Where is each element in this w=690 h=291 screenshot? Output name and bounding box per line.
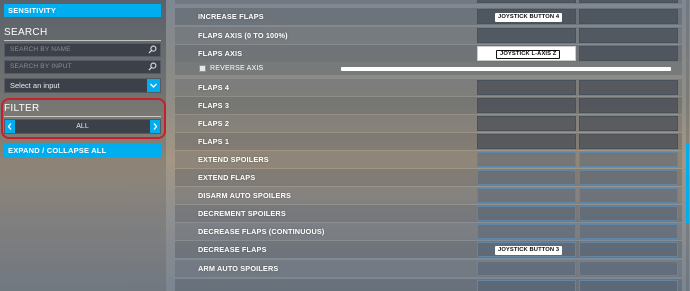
binding-slot-secondary[interactable] (579, 98, 678, 113)
binding-label: DECREASE FLAPS (198, 245, 267, 254)
binding-slot-secondary[interactable] (579, 152, 678, 167)
binding-label: INCREASE FLAPS (198, 12, 264, 21)
binding-slot-primary[interactable]: JOYSTICK BUTTON 4 (477, 9, 576, 24)
bindings-list: INCREASE FLAPS JOYSTICK BUTTON 4 FLAPS A… (175, 0, 690, 291)
binding-slot-primary[interactable] (477, 80, 576, 95)
binding-slot-primary[interactable] (477, 261, 576, 276)
search-divider (4, 40, 161, 41)
table-row[interactable]: ARM AUTO SPOILERS (175, 260, 682, 277)
binding-slot-primary[interactable] (477, 98, 576, 113)
search-section-title: SEARCH (4, 27, 48, 38)
chevron-down-icon[interactable] (147, 79, 160, 92)
reverse-axis-row: REVERSE AXIS (175, 62, 682, 75)
binding-slot-primary[interactable] (477, 170, 576, 185)
binding-slot-secondary[interactable] (579, 280, 678, 291)
select-input-dropdown[interactable]: Select an input (4, 78, 161, 93)
table-row[interactable]: DECREASE FLAPS JOYSTICK BUTTON 3 (175, 241, 682, 258)
expand-collapse-all-button[interactable]: EXPAND / COLLAPSE ALL (4, 144, 161, 157)
table-row[interactable]: FLAPS 1 (175, 133, 682, 150)
binding-slot-secondary[interactable] (579, 206, 678, 221)
table-row[interactable]: FLAPS AXIS JOYSTICK L-AXIS Z (175, 45, 682, 62)
binding-label: FLAPS AXIS (198, 49, 243, 58)
axis-sensitivity-slider[interactable] (341, 67, 671, 71)
table-row[interactable]: EXTEND FLAPS (175, 169, 682, 186)
table-row[interactable]: DECREASE FLAPS (CONTINUOUS) (175, 223, 682, 240)
input-chip: JOYSTICK L-AXIS Z (496, 50, 561, 59)
binding-slot-secondary[interactable] (579, 261, 678, 276)
binding-label: FLAPS AXIS (0 TO 100%) (198, 31, 288, 40)
sensitivity-button[interactable]: SENSITIVITY (4, 4, 161, 17)
scrollbar-thumb[interactable] (686, 143, 689, 223)
binding-label: DISARM AUTO SPOILERS (198, 191, 292, 200)
binding-slot-secondary[interactable] (579, 116, 678, 131)
binding-slot-secondary[interactable] (579, 9, 678, 24)
binding-slot-secondary[interactable] (579, 134, 678, 149)
binding-label: FLAPS 1 (198, 137, 230, 146)
binding-slot-primary[interactable] (477, 206, 576, 221)
binding-label: FLAPS 3 (198, 101, 230, 110)
binding-slot-secondary[interactable] (579, 170, 678, 185)
binding-slot-secondary[interactable] (579, 224, 678, 239)
binding-slot-primary[interactable]: JOYSTICK L-AXIS Z (477, 46, 576, 61)
reverse-axis-label: REVERSE AXIS (210, 65, 264, 72)
table-row[interactable]: DECREMENT SPOILERS (175, 205, 682, 222)
binding-label: FLAPS 2 (198, 119, 230, 128)
search-icon[interactable] (148, 62, 157, 71)
binding-slot-secondary[interactable] (579, 0, 678, 3)
binding-label: EXTEND FLAPS (198, 173, 256, 182)
binding-label: DECREASE FLAPS (CONTINUOUS) (198, 227, 325, 236)
table-row[interactable]: EXTEND SPOILERS (175, 151, 682, 168)
input-chip: JOYSTICK BUTTON 4 (495, 13, 563, 22)
binding-slot-primary[interactable] (477, 28, 576, 43)
search-by-input-input[interactable]: SEARCH BY INPUT (4, 60, 161, 74)
binding-slot-secondary[interactable] (579, 28, 678, 43)
binding-label: FLAPS 4 (198, 83, 230, 92)
table-row[interactable]: DISARM AUTO SPOILERS (175, 187, 682, 204)
table-row[interactable]: FLAPS AXIS (0 TO 100%) (175, 27, 682, 44)
search-icon[interactable] (148, 45, 157, 54)
table-row[interactable] (175, 279, 682, 291)
binding-slot-primary[interactable] (477, 224, 576, 239)
binding-slot-secondary[interactable] (579, 46, 678, 61)
table-row[interactable] (175, 0, 682, 4)
left-panel: SENSITIVITY SEARCH SEARCH BY NAME SEARCH… (0, 0, 166, 291)
binding-slot-primary[interactable] (477, 134, 576, 149)
search-by-input-placeholder: SEARCH BY INPUT (10, 63, 72, 70)
binding-label: DECREMENT SPOILERS (198, 209, 286, 218)
table-row[interactable]: FLAPS 3 (175, 97, 682, 114)
binding-slot-primary[interactable]: JOYSTICK BUTTON 3 (477, 242, 576, 257)
select-input-value: Select an input (10, 81, 60, 90)
binding-slot-primary[interactable] (477, 0, 576, 3)
binding-slot-secondary[interactable] (579, 188, 678, 203)
input-chip: JOYSTICK BUTTON 3 (495, 246, 563, 255)
reverse-axis-checkbox[interactable] (199, 65, 206, 72)
binding-slot-primary[interactable] (477, 116, 576, 131)
table-row[interactable]: FLAPS 2 (175, 115, 682, 132)
table-row[interactable]: INCREASE FLAPS JOYSTICK BUTTON 4 (175, 8, 682, 25)
search-by-name-placeholder: SEARCH BY NAME (10, 46, 71, 53)
search-by-name-input[interactable]: SEARCH BY NAME (4, 43, 161, 57)
binding-slot-primary[interactable] (477, 188, 576, 203)
binding-slot-secondary[interactable] (579, 80, 678, 95)
binding-slot-primary[interactable] (477, 280, 576, 291)
binding-slot-primary[interactable] (477, 152, 576, 167)
filter-highlight-annotation (1, 98, 166, 139)
binding-label: ARM AUTO SPOILERS (198, 264, 279, 273)
binding-label: EXTEND SPOILERS (198, 155, 269, 164)
table-row[interactable]: FLAPS 4 (175, 79, 682, 96)
binding-slot-secondary[interactable] (579, 242, 678, 257)
